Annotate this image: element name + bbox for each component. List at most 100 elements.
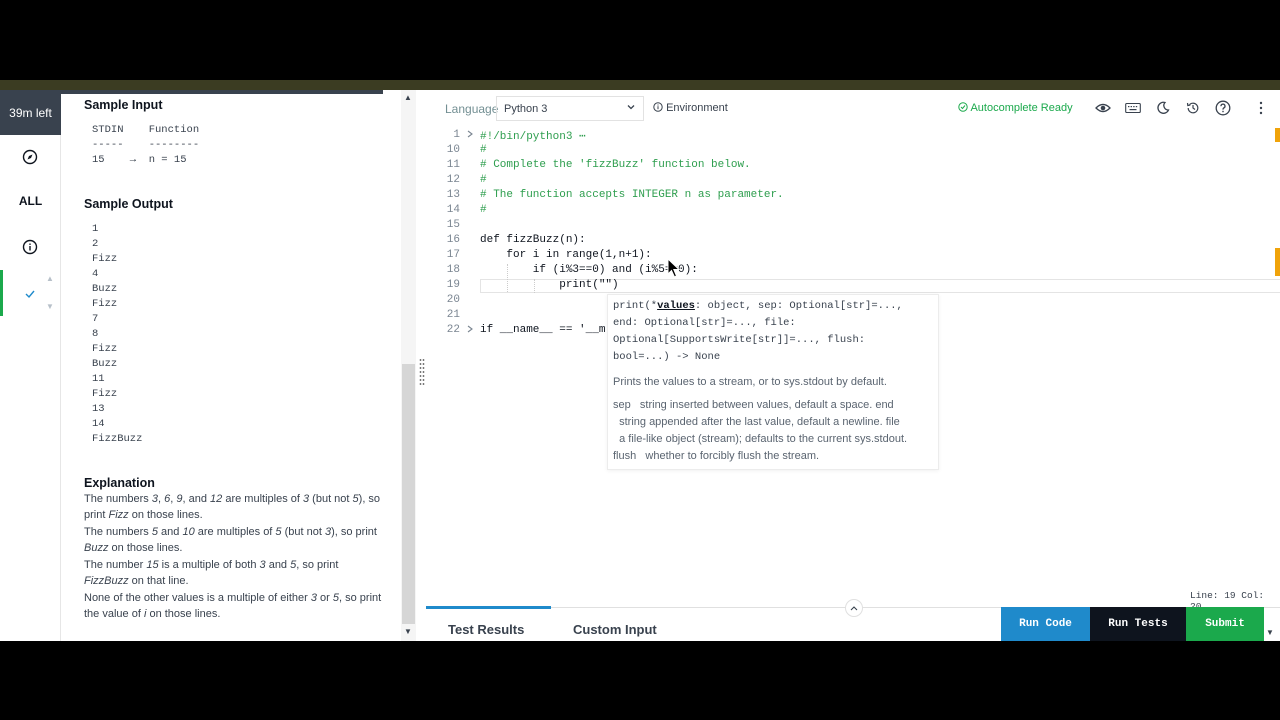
line-number: 14	[446, 204, 460, 216]
problem-progress-bar	[61, 90, 383, 94]
explanation-title: Explanation	[84, 476, 155, 490]
pane-resize-handle[interactable]	[419, 358, 425, 388]
sample-output-line: Fizz	[92, 343, 118, 355]
keyboard-icon[interactable]	[1124, 99, 1142, 117]
explanation-paragraph: The number 15 is a multiple of both 3 an…	[84, 559, 339, 587]
sample-output-line: 14	[92, 418, 105, 430]
bottom-scroll-arrow-icon[interactable]: ▼	[1266, 628, 1274, 637]
history-icon[interactable]	[1184, 99, 1202, 117]
line-number: 19	[446, 279, 460, 291]
active-question-indicator	[0, 270, 3, 316]
letterbox-bottom	[0, 641, 1280, 720]
sample-output-line: Fizz	[92, 388, 118, 400]
indent-guide	[507, 264, 508, 292]
expand-panel-button[interactable]	[845, 599, 863, 617]
chevron-down-icon	[627, 103, 635, 113]
line-number: 16	[446, 234, 460, 246]
sample-input-title: Sample Input	[84, 98, 163, 112]
sample-output-title: Sample Output	[84, 197, 173, 211]
line-number: 10	[446, 144, 460, 156]
sample-output-line: 13	[92, 403, 105, 415]
signature-help-tooltip: print(*values: object, sep: Optional[str…	[607, 294, 939, 470]
language-label: Language	[445, 102, 499, 116]
sample-output-line: 11	[92, 373, 105, 385]
line-number: 12	[446, 174, 460, 186]
sample-output-line: Fizz	[92, 253, 118, 265]
info-icon[interactable]	[21, 238, 39, 256]
submit-button[interactable]: Submit	[1186, 607, 1264, 641]
indent-guide	[534, 279, 535, 293]
line-number: 1	[453, 129, 460, 141]
rail-up-arrow-icon[interactable]: ▲	[46, 274, 54, 283]
sample-output-line: 8	[92, 328, 99, 340]
overview-ruler-mark	[1275, 128, 1280, 142]
tooltip-active-param: values	[657, 300, 695, 312]
sample-output-line: 1	[92, 223, 99, 235]
compass-icon[interactable]	[21, 148, 39, 166]
line-number: 15	[446, 219, 460, 231]
letterbox-top	[0, 0, 1280, 80]
tooltip-doc: Prints the values to a stream, or to sys…	[613, 376, 887, 388]
language-select[interactable]: Python 3	[496, 96, 644, 121]
environment-link[interactable]: Environment	[653, 102, 728, 114]
code-line: #	[480, 204, 487, 216]
more-icon[interactable]	[1252, 99, 1270, 117]
sample-output-line: Fizz	[92, 298, 118, 310]
eye-icon[interactable]	[1094, 99, 1112, 117]
explanation-paragraph: None of the other values is a multiple o…	[84, 592, 382, 620]
language-value: Python 3	[504, 103, 548, 115]
sample-output-line: FizzBuzz	[92, 433, 143, 445]
code-line: #	[480, 144, 487, 156]
sample-output-line: Buzz	[92, 283, 118, 295]
sample-output-line: 7	[92, 313, 99, 325]
moon-icon[interactable]	[1154, 99, 1172, 117]
line-number: 20	[446, 294, 460, 306]
line-number: 18	[446, 264, 460, 276]
explanation-text: The numbers 3, 6, 9, and 12 are multiple…	[84, 491, 384, 623]
environment-label: Environment	[666, 102, 728, 114]
problem-scrollbar-thumb[interactable]	[402, 364, 415, 624]
active-tab-indicator	[426, 606, 551, 609]
run-tests-button[interactable]: Run Tests	[1090, 607, 1186, 641]
line-number: 21	[446, 309, 460, 321]
line-number: 22	[446, 324, 460, 336]
help-icon[interactable]	[1214, 99, 1232, 117]
code-line: #!/bin/python3 ⋯	[480, 131, 586, 143]
sample-output-line: 2	[92, 238, 99, 250]
all-questions-link[interactable]: ALL	[0, 194, 61, 208]
line-number: 17	[446, 249, 460, 261]
explanation-paragraph: The numbers 5 and 10 are multiples of 5 …	[84, 526, 377, 554]
check-circle-icon	[958, 102, 970, 114]
run-code-button[interactable]: Run Code	[1001, 607, 1090, 641]
overview-ruler-mark	[1275, 248, 1280, 276]
code-line: def fizzBuzz(n):	[480, 234, 586, 246]
sample-output-list: 1 2 Fizz 4 Buzz Fizz 7 8 Fizz Buzz 11 Fi…	[92, 222, 142, 447]
explanation-paragraph: The numbers 3, 6, 9, and 12 are multiple…	[84, 493, 381, 521]
code-line: print("")	[480, 279, 619, 291]
rail-down-arrow-icon[interactable]: ▼	[46, 302, 54, 311]
tab-custom-input[interactable]: Custom Input	[573, 622, 657, 637]
sample-input-table: STDIN Function ----- -------- 15 → n = 1…	[92, 124, 200, 166]
code-line: #	[480, 174, 487, 186]
timer-badge[interactable]: 39m left	[0, 90, 61, 135]
autocomplete-label: Autocomplete Ready	[970, 102, 1073, 114]
code-line: # The function accepts INTEGER n as para…	[480, 189, 784, 201]
line-number: 13	[446, 189, 460, 201]
top-strip	[0, 80, 1280, 90]
tab-test-results[interactable]: Test Results	[448, 622, 524, 637]
autocomplete-status[interactable]: Autocomplete Ready	[958, 102, 1073, 114]
left-rail: 39m left ALL ▲ ▼	[0, 90, 61, 641]
tooltip-signature: print(*values: object, sep: Optional[str…	[613, 300, 903, 363]
line-number: 11	[446, 159, 460, 171]
sample-output-line: Buzz	[92, 358, 118, 370]
code-line: if __name__ == '__m	[480, 324, 606, 336]
sample-output-line: 4	[92, 268, 99, 280]
tooltip-params: sep string inserted between values, defa…	[613, 399, 908, 462]
code-line: for i in range(1,n+1):	[480, 249, 652, 261]
scroll-up-arrow-icon[interactable]: ▲	[404, 93, 412, 102]
scroll-down-arrow-icon[interactable]: ▼	[404, 627, 412, 636]
check-icon[interactable]	[21, 285, 39, 303]
code-line: if (i%3==0) and (i%5==0):	[480, 264, 698, 276]
fold-chevron-icon[interactable]	[467, 130, 473, 140]
fold-chevron-icon[interactable]	[467, 325, 473, 335]
